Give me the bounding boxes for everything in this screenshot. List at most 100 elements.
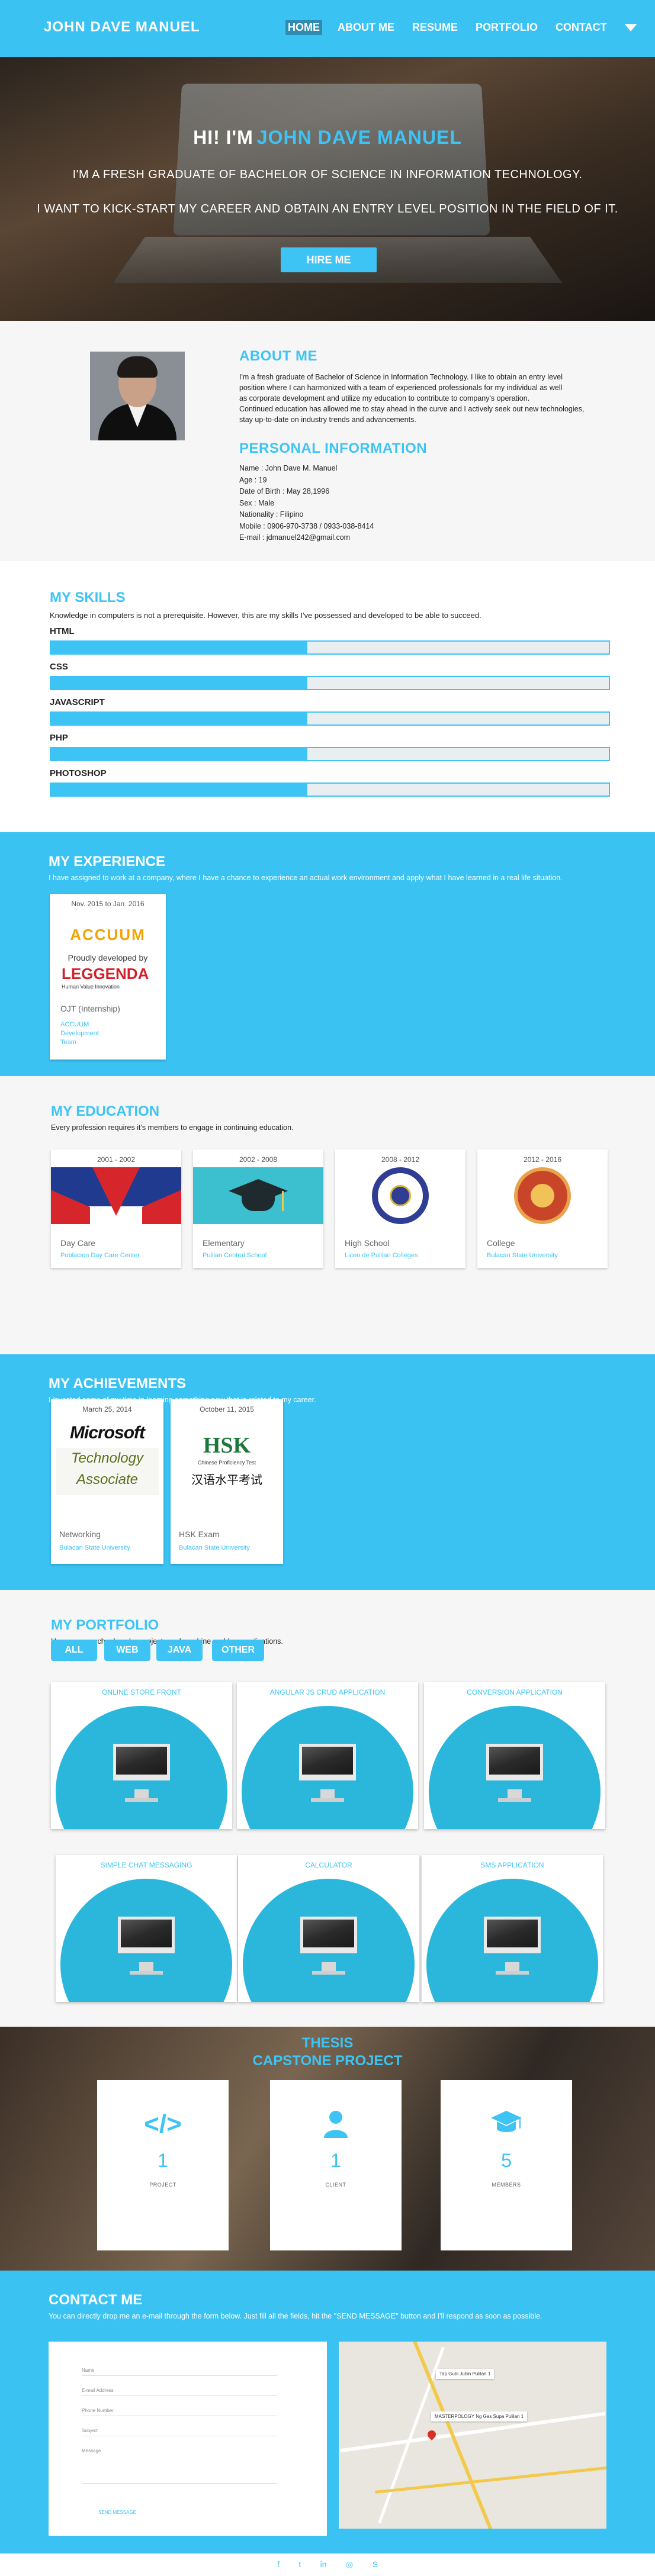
- skill-label: PHOTOSHOP: [50, 768, 107, 778]
- portfolio-card[interactable]: CALCULATOR: [238, 1855, 419, 2002]
- skill-javascript: JAVASCRIPT: [50, 697, 610, 726]
- hero-line-1: I'M A FRESH GRADUATE OF BACHELOR OF SCIE…: [72, 168, 583, 181]
- stat-card-client: 1 CLIENT: [270, 2080, 402, 2250]
- liceo-seal-logo: [372, 1167, 429, 1224]
- mta-text: Technology Associate: [71, 1450, 143, 1487]
- contact-description: You can directly drop me an e-mail throu…: [49, 2312, 542, 2320]
- mta-badge: Technology Associate: [56, 1448, 159, 1495]
- monitor-icon: [113, 1744, 170, 1780]
- stat-value: 5: [501, 2150, 512, 2171]
- portfolio-card-title: CONVERSION APPLICATION: [467, 1688, 563, 1696]
- education-years: 2001 - 2002: [97, 1155, 136, 1164]
- achievement-card-hsk[interactable]: October 11, 2015 HSK Chinese Proficiency…: [171, 1399, 283, 1564]
- portfolio-title: MY PORTFOLIO: [51, 1617, 159, 1633]
- hsk-chinese-text: 汉语水平考试: [191, 1474, 262, 1487]
- skill-label: JAVASCRIPT: [50, 697, 105, 707]
- send-message-button[interactable]: SEND MESSAGE: [98, 2510, 136, 2515]
- skill-bar-fill: [51, 748, 308, 760]
- name-field[interactable]: Name: [82, 2368, 277, 2376]
- linkedin-icon[interactable]: in: [320, 2559, 327, 2569]
- subject-field[interactable]: Subject: [82, 2428, 277, 2436]
- skill-label: CSS: [50, 662, 68, 672]
- brand-logo[interactable]: JOHN DAVE MANUEL: [44, 19, 200, 36]
- contact-section: CONTACT ME You can directly drop me an e…: [0, 2271, 655, 2554]
- achievement-school: Bulacan State University: [59, 1544, 130, 1551]
- filter-java-button[interactable]: JAVA: [156, 1640, 203, 1661]
- education-card-elementary[interactable]: 2002 - 2008 Elementary Pulilan Central S…: [193, 1149, 323, 1268]
- capstone-title: CAPSTONE PROJECT: [252, 2053, 403, 2069]
- skill-css: CSS: [50, 662, 610, 690]
- portfolio-card-title: CALCULATOR: [305, 1861, 352, 1869]
- portfolio-card[interactable]: SIMPLE CHAT MESSAGING: [56, 1855, 237, 2002]
- info-birthdate: Date of Birth : May 28,1996: [239, 487, 330, 495]
- nav-contact[interactable]: CONTACT: [553, 20, 609, 35]
- education-card-daycare[interactable]: 2001 - 2002 Day Care Poblacion Day Care …: [51, 1149, 181, 1268]
- stat-value: 1: [330, 2150, 341, 2171]
- education-title: MY EDUCATION: [51, 1103, 160, 1119]
- filter-other-button[interactable]: OTHER: [212, 1640, 264, 1661]
- education-school: Liceo de Pulilan Colleges: [345, 1252, 418, 1259]
- nav-resume[interactable]: RESUME: [410, 20, 460, 35]
- monitor-icon: [299, 1744, 356, 1780]
- twitter-icon[interactable]: t: [298, 2559, 301, 2569]
- skill-bar: [50, 640, 610, 655]
- email-field[interactable]: E-mail Address: [82, 2388, 277, 2396]
- phone-field[interactable]: Phone Number: [82, 2408, 277, 2416]
- skype-icon[interactable]: S: [373, 2559, 378, 2569]
- info-name: Name : John Dave M. Manuel: [239, 464, 338, 472]
- instagram-icon[interactable]: ◎: [346, 2559, 353, 2569]
- hero-name: JOHN DAVE MANUEL: [256, 127, 462, 148]
- skill-bar: [50, 711, 610, 726]
- monitor-icon: [118, 1917, 175, 1953]
- filter-all-button[interactable]: ALL: [51, 1640, 97, 1661]
- about-section: ABOUT ME I'm a fresh graduate of Bachelo…: [0, 321, 655, 561]
- company-line: Development: [60, 1030, 99, 1037]
- footer: f t in ◎ S: [0, 2554, 655, 2576]
- nav-home[interactable]: HOME: [285, 20, 322, 35]
- education-years: 2012 - 2016: [523, 1155, 562, 1164]
- education-card-college[interactable]: 2012 - 2016 College Bulacan State Univer…: [477, 1149, 608, 1268]
- portfolio-card[interactable]: SMS APPLICATION: [422, 1855, 603, 2002]
- location-map[interactable]: Tap Gubi Jubin Pulilan 1 MASTERPOLOGY Ng…: [339, 2342, 606, 2529]
- about-line: I'm a fresh graduate of Bachelor of Scie…: [239, 373, 563, 381]
- company-line: ACCUUM: [60, 1021, 89, 1028]
- achievement-card-microsoft[interactable]: March 25, 2014 Microsoft Technology Asso…: [51, 1399, 163, 1564]
- portfolio-card-title: SMS APPLICATION: [480, 1861, 544, 1869]
- stat-label: PROJECT: [149, 2182, 176, 2188]
- portfolio-card[interactable]: ANGULAR JS CRUD APPLICATION: [237, 1682, 418, 1829]
- skills-section: MY SKILLS Knowledge in computers is not …: [0, 561, 655, 832]
- monitor-icon: [486, 1744, 543, 1780]
- contact-title: CONTACT ME: [49, 2292, 143, 2308]
- achievement-title: Networking: [59, 1530, 101, 1539]
- stat-card-members: 5 MEMBERS: [441, 2080, 572, 2250]
- hire-me-button[interactable]: HIRE ME: [281, 247, 377, 272]
- portfolio-card-title: ANGULAR JS CRUD APPLICATION: [269, 1688, 386, 1696]
- skill-bar: [50, 676, 610, 690]
- filter-web-button[interactable]: WEB: [104, 1640, 150, 1661]
- leggenda-subtitle: Human Value Innovation: [62, 984, 120, 990]
- user-icon: [270, 2110, 402, 2144]
- portfolio-card[interactable]: ONLINE STORE FRONT: [51, 1682, 232, 1829]
- daycare-logo: [51, 1167, 181, 1224]
- education-level: Day Care: [60, 1238, 96, 1248]
- skill-bar-fill: [51, 677, 308, 689]
- experience-card[interactable]: Nov. 2015 to Jan. 2016 ACCUUM Proudly de…: [50, 894, 166, 1060]
- education-level: Elementary: [203, 1238, 245, 1248]
- nav-portfolio[interactable]: PORTFOLIO: [473, 20, 540, 35]
- education-card-highschool[interactable]: 2008 - 2012 High School Liceo de Pulilan…: [335, 1149, 465, 1268]
- skill-php: PHP: [50, 733, 610, 761]
- skill-bar: [50, 783, 610, 797]
- info-sex: Sex : Male: [239, 498, 275, 507]
- leggenda-logo: LEGGENDA: [62, 965, 149, 983]
- graduation-cap-icon: [441, 2110, 572, 2142]
- graduation-cap-image: [193, 1167, 323, 1224]
- social-icons: f t in ◎ S: [0, 2559, 655, 2570]
- portfolio-card[interactable]: CONVERSION APPLICATION: [424, 1682, 605, 1829]
- chevron-down-icon[interactable]: [624, 24, 637, 31]
- message-field[interactable]: Message: [82, 2448, 277, 2484]
- facebook-icon[interactable]: f: [277, 2559, 280, 2569]
- about-line: as corporate development and utilize my …: [239, 394, 530, 402]
- map-label: MASTERPOLOGY Ng Gas Supa Pulilan 1: [431, 2411, 528, 2422]
- nav-about[interactable]: ABOUT ME: [335, 20, 397, 35]
- hero-greeting: HI! I'M: [193, 127, 253, 148]
